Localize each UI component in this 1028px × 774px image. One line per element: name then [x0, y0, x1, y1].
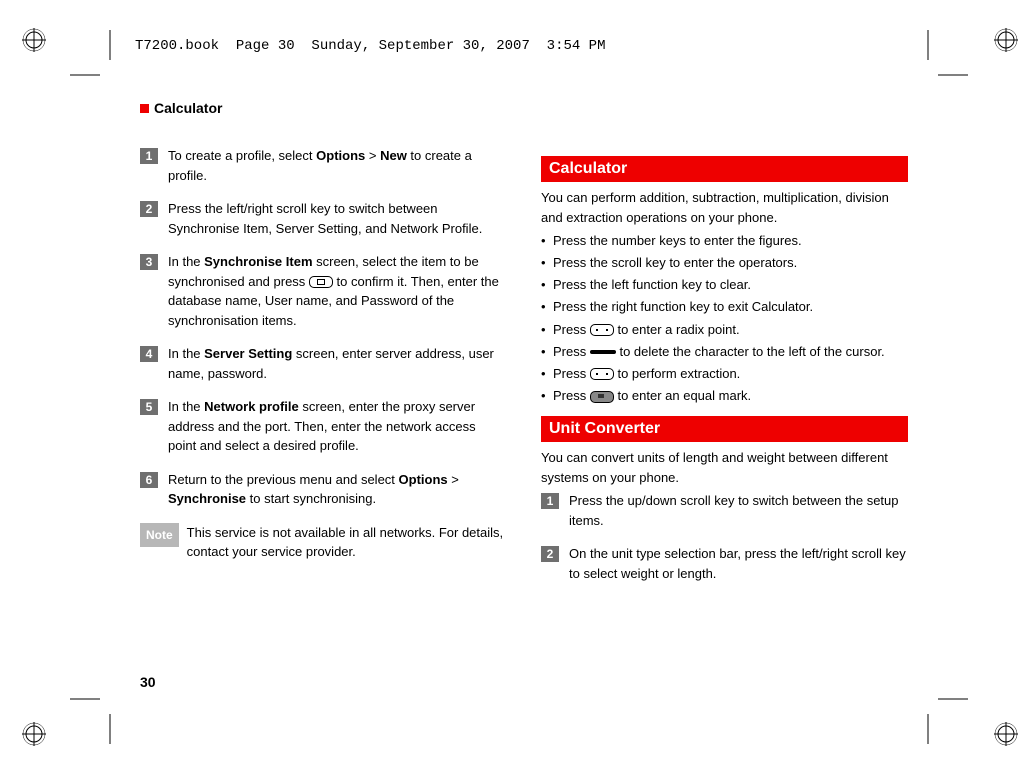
bullet-item: Press the scroll key to enter the operat… [541, 253, 908, 273]
step-text: Press the left/right scroll key to switc… [168, 199, 507, 238]
step-text: In the Synchronise Item screen, select t… [168, 252, 507, 330]
bullet-item: Press to enter an equal mark. [541, 386, 908, 406]
step-6: 6 Return to the previous menu and select… [140, 470, 507, 509]
step-4: 4 In the Server Setting screen, enter se… [140, 344, 507, 383]
step-text: On the unit type selection bar, press th… [569, 544, 908, 583]
print-header: T7200.book Page 30 Sunday, September 30,… [135, 38, 605, 54]
section-header: Calculator [140, 100, 908, 116]
bullet-item: Press to enter a radix point. [541, 320, 908, 340]
registration-mark-icon [994, 28, 1018, 52]
step-number: 5 [140, 399, 158, 415]
unit-step-1: 1 Press the up/down scroll key to switch… [541, 491, 908, 530]
bullet-item: Press the number keys to enter the figur… [541, 231, 908, 251]
registration-mark-icon [22, 722, 46, 746]
bullet-item: Press to delete the character to the lef… [541, 342, 908, 362]
equal-key-icon [590, 391, 614, 403]
calculator-bullets: Press the number keys to enter the figur… [541, 231, 908, 406]
step-1: 1 To create a profile, select Options > … [140, 146, 507, 185]
registration-mark-icon [22, 28, 46, 52]
step-number: 6 [140, 472, 158, 488]
step-number: 1 [140, 148, 158, 164]
unit-step-2: 2 On the unit type selection bar, press … [541, 544, 908, 583]
step-number: 2 [140, 201, 158, 217]
note-label: Note [140, 523, 179, 547]
step-text: To create a profile, select Options > Ne… [168, 146, 507, 185]
extract-key-icon [590, 368, 614, 380]
unit-converter-heading: Unit Converter [541, 416, 908, 442]
step-2: 2 Press the left/right scroll key to swi… [140, 199, 507, 238]
step-text: In the Network profile screen, enter the… [168, 397, 507, 456]
section-marker-icon [140, 104, 149, 113]
left-column: 1 To create a profile, select Options > … [140, 146, 507, 597]
bullet-item: Press the left function key to clear. [541, 275, 908, 295]
registration-mark-icon [994, 722, 1018, 746]
crop-mark-icon [918, 30, 968, 80]
crop-mark-icon [918, 694, 968, 744]
calculator-heading: Calculator [541, 156, 908, 182]
calculator-intro: You can perform addition, subtraction, m… [541, 188, 908, 227]
crop-mark-icon [70, 694, 120, 744]
step-text: Press the up/down scroll key to switch b… [569, 491, 908, 530]
crop-mark-icon [70, 30, 120, 80]
unit-converter-intro: You can convert units of length and weig… [541, 448, 908, 487]
bullet-item: Press the right function key to exit Cal… [541, 297, 908, 317]
section-title: Calculator [154, 100, 222, 116]
delete-key-icon [590, 350, 616, 354]
note-box: Note This service is not available in al… [140, 523, 507, 562]
right-column: Calculator You can perform addition, sub… [541, 146, 908, 597]
bullet-item: Press to perform extraction. [541, 364, 908, 384]
radix-key-icon [590, 324, 614, 336]
step-number: 4 [140, 346, 158, 362]
step-number: 3 [140, 254, 158, 270]
step-number: 1 [541, 493, 559, 509]
step-text: Return to the previous menu and select O… [168, 470, 507, 509]
note-text: This service is not available in all net… [187, 523, 507, 562]
ok-key-icon [309, 276, 333, 288]
step-3: 3 In the Synchronise Item screen, select… [140, 252, 507, 330]
page-content: Calculator 1 To create a profile, select… [140, 100, 908, 694]
step-number: 2 [541, 546, 559, 562]
page-number: 30 [140, 674, 156, 690]
step-text: In the Server Setting screen, enter serv… [168, 344, 507, 383]
step-5: 5 In the Network profile screen, enter t… [140, 397, 507, 456]
